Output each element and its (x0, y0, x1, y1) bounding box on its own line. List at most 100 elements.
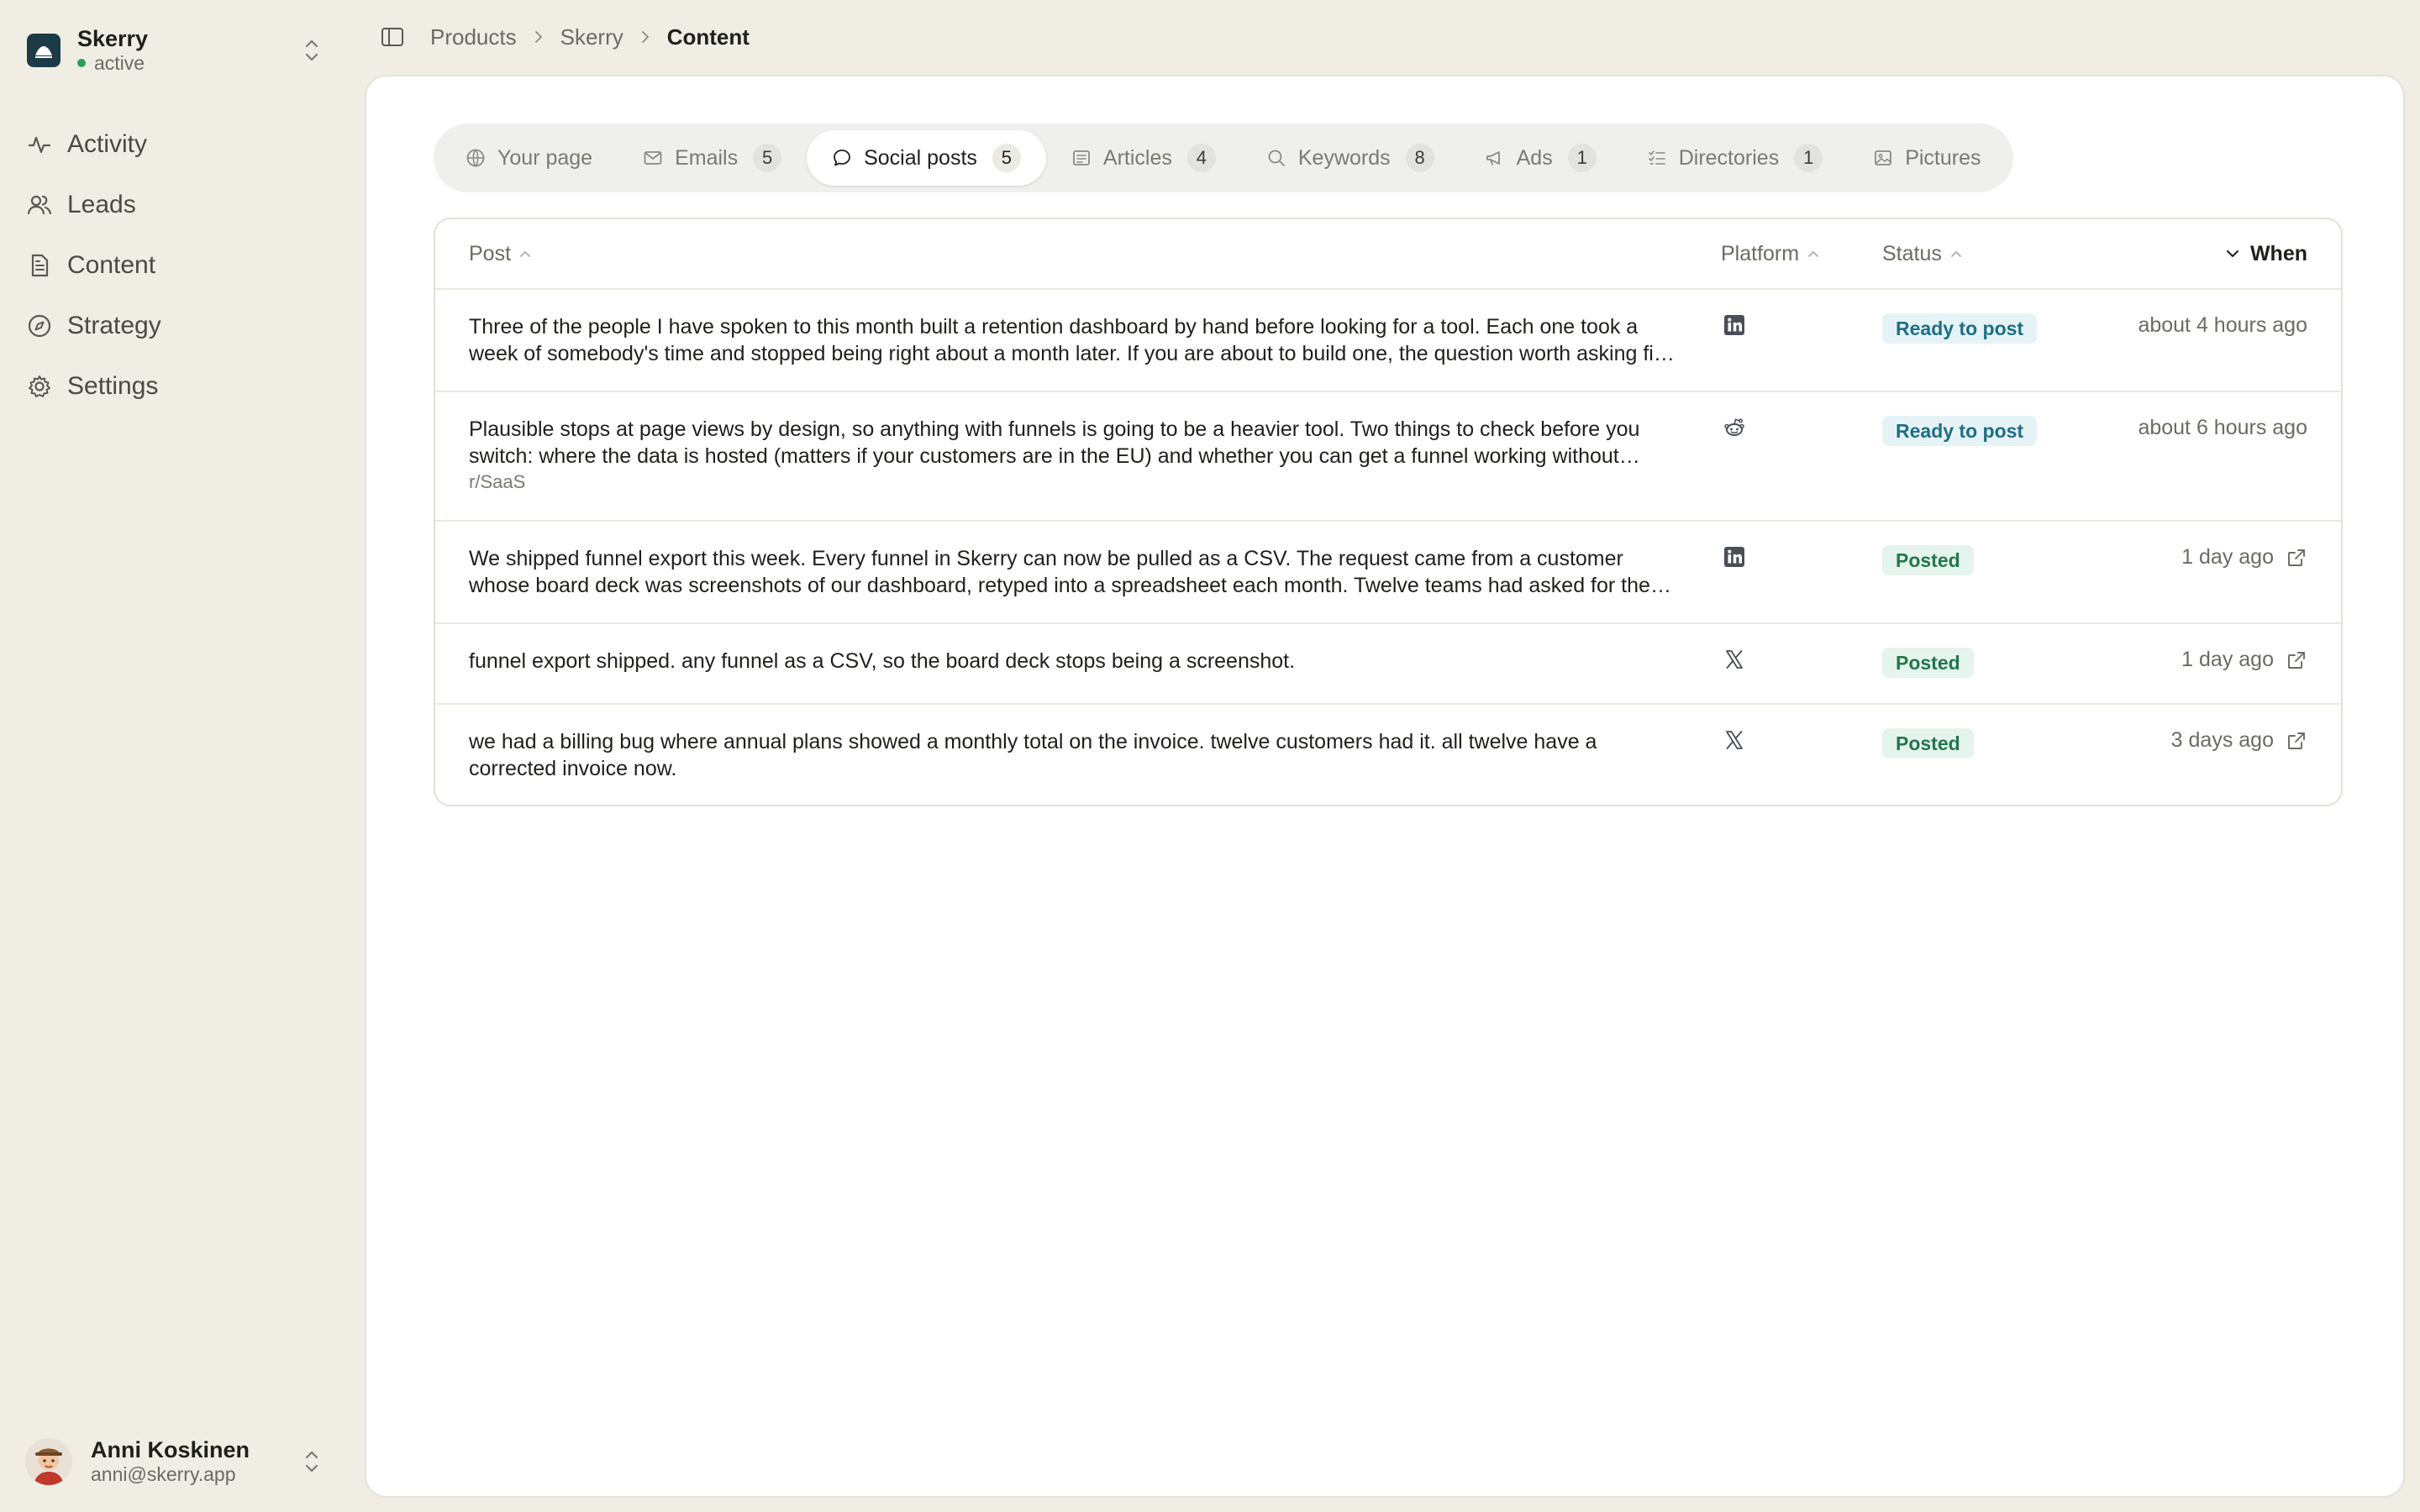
sidebar-item-leads[interactable]: Leads (27, 175, 338, 235)
post-text: Plausible stops at page views by design,… (469, 417, 1640, 468)
workspace-switcher[interactable]: Skerry active (27, 25, 324, 76)
sort-up-icon (1950, 251, 1961, 257)
post-text: Three of the people I have spoken to thi… (469, 315, 1677, 365)
x-icon (1726, 650, 1743, 669)
tab-count-badge: 5 (753, 144, 782, 172)
chevron-right-icon (534, 31, 542, 43)
tab-count-badge: 4 (1186, 144, 1216, 172)
chat-icon (834, 150, 850, 166)
workspace-name: Skerry (77, 26, 149, 51)
workspace-status-label: active (94, 52, 145, 74)
linkedin-icon (1724, 315, 1744, 335)
sidebar-item-content[interactable]: Content (27, 235, 338, 296)
user-email: anni@skerry.app (91, 1463, 236, 1485)
table-row[interactable]: We shipped funnel export this week. Ever… (435, 522, 2341, 624)
reddit-icon (1724, 418, 1744, 436)
tab-label: Articles (1102, 145, 1172, 170)
sort-up-icon (520, 251, 530, 257)
sidebar-nav: Activity Leads Content Strategy Settings (27, 114, 338, 417)
post-when: 1 day ago (2181, 648, 2307, 672)
sort-down-icon (2226, 250, 2238, 257)
tab-directories[interactable]: Directories 1 (1622, 130, 1848, 186)
sidebar-item-label: Settings (67, 372, 159, 400)
column-label: When (2249, 241, 2307, 265)
breadcrumb-products[interactable]: Products (430, 24, 517, 50)
tab-ads[interactable]: Ads 1 (1460, 130, 1622, 186)
main-panel: Your page Emails 5 Social posts 5 Articl… (365, 75, 2405, 1498)
tab-label: Directories (1678, 145, 1780, 170)
tab-label: Pictures (1905, 145, 1981, 170)
breadcrumb: Products Skerry Content (380, 18, 750, 55)
social-posts-table: Post Platform Status When Three of the p… (434, 218, 2343, 806)
tab-emails[interactable]: Emails 5 (618, 130, 807, 186)
external-link-icon[interactable] (2286, 547, 2307, 569)
tab-label: Emails (675, 145, 739, 170)
column-header-when[interactable]: When (2223, 242, 2307, 266)
subreddit-label: r/SaaS (469, 471, 526, 492)
table-row[interactable]: Plausible stops at page views by design,… (435, 392, 2341, 522)
x-icon (1726, 731, 1743, 749)
tab-label: Social posts (864, 145, 977, 170)
table-row[interactable]: funnel export shipped. any funnel as a C… (435, 624, 2341, 705)
column-label: Post (469, 241, 512, 265)
post-when: about 4 hours ago (2138, 313, 2307, 338)
tab-count-badge: 8 (1405, 144, 1434, 172)
breadcrumb-skerry[interactable]: Skerry (560, 24, 623, 50)
when-label: 1 day ago (2181, 648, 2274, 671)
column-header-post[interactable]: Post (469, 242, 1670, 266)
external-link-icon[interactable] (2286, 649, 2307, 671)
post-when: 1 day ago (2181, 545, 2307, 570)
sidebar-item-label: Strategy (67, 312, 161, 339)
linkedin-icon (1724, 547, 1744, 567)
sidebar-item-activity[interactable]: Activity (27, 114, 338, 175)
post-when: about 6 hours ago (2138, 416, 2307, 440)
users-icon (27, 195, 52, 215)
sidebar-item-label: Content (67, 251, 156, 279)
globe-icon (466, 149, 485, 167)
tab-label: Your page (497, 145, 593, 170)
megaphone-icon (1486, 151, 1500, 165)
chevron-up-down-icon[interactable] (299, 35, 324, 66)
status-badge: Ready to post (1882, 313, 2038, 344)
list-icon (1648, 150, 1665, 165)
tab-pictures[interactable]: Pictures (1848, 130, 2006, 186)
chevron-up-down-icon[interactable] (299, 1446, 324, 1477)
sidebar-toggle-icon[interactable] (380, 24, 405, 50)
article-icon (1072, 150, 1090, 165)
mail-icon (644, 151, 662, 165)
tab-social-posts[interactable]: Social posts 5 (807, 130, 1046, 186)
document-icon (31, 254, 49, 277)
search-icon (1268, 150, 1285, 166)
workspace-status: active (77, 51, 148, 75)
workspace-logo-icon (27, 34, 60, 67)
table-header: Post Platform Status When (435, 219, 2341, 290)
sidebar-item-strategy[interactable]: Strategy (27, 296, 338, 356)
tab-articles[interactable]: Articles 4 (1046, 130, 1241, 186)
external-link-icon[interactable] (2286, 730, 2307, 752)
post-when: 3 days ago (2171, 728, 2307, 753)
tab-your-page[interactable]: Your page (440, 130, 618, 186)
sort-up-icon (1808, 251, 1818, 257)
chevron-right-icon (641, 31, 649, 43)
column-header-status[interactable]: Status (1882, 242, 1964, 266)
status-dot-icon (77, 59, 86, 67)
sidebar-item-label: Leads (67, 191, 136, 218)
post-text: funnel export shipped. any funnel as a C… (469, 649, 1296, 673)
tab-count-badge: 1 (1567, 144, 1597, 172)
activity-icon (28, 136, 51, 154)
content-tabs: Your page Emails 5 Social posts 5 Articl… (434, 123, 2013, 192)
image-icon (1875, 150, 1892, 165)
tab-label: Ads (1516, 145, 1553, 170)
tab-keywords[interactable]: Keywords 8 (1241, 130, 1460, 186)
user-menu[interactable]: Anni Koskinen anni@skerry.app (25, 1436, 324, 1487)
column-header-platform[interactable]: Platform (1721, 242, 1821, 266)
table-row[interactable]: Three of the people I have spoken to thi… (435, 290, 2341, 392)
post-text: We shipped funnel export this week. Ever… (469, 547, 1650, 597)
when-label: 1 day ago (2181, 545, 2274, 569)
tab-count-badge: 5 (992, 144, 1021, 172)
breadcrumb-current: Content (666, 24, 750, 50)
table-row[interactable]: we had a billing bug where annual plans … (435, 705, 2341, 805)
when-label: 3 days ago (2170, 728, 2274, 752)
gear-icon (29, 375, 50, 397)
sidebar-item-settings[interactable]: Settings (27, 356, 338, 417)
